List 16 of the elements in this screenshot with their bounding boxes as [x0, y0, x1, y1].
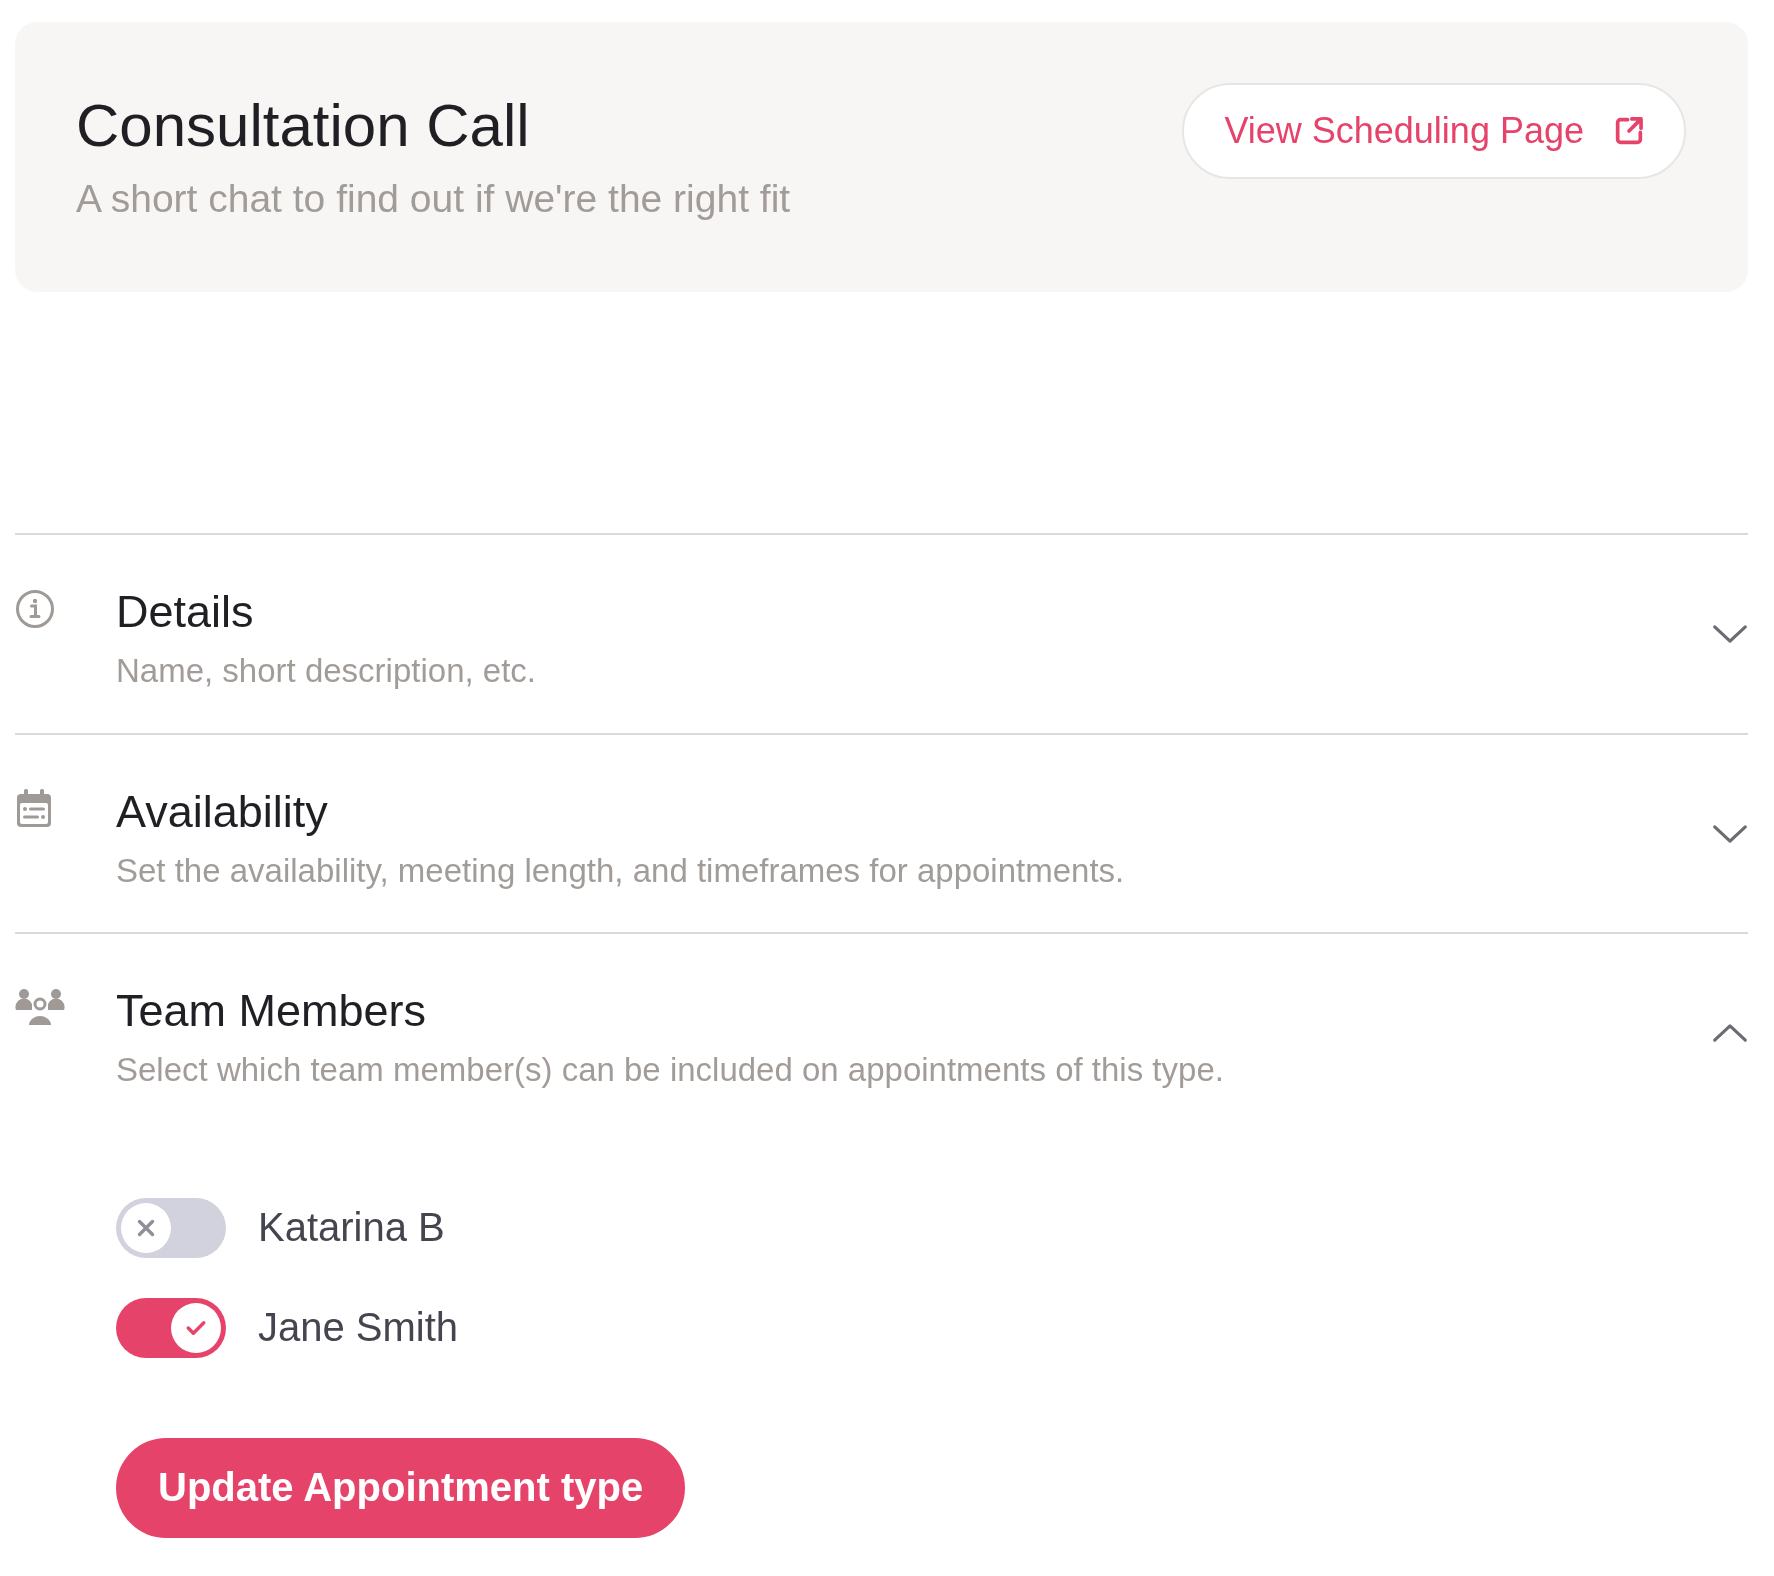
- page-subtitle: A short chat to find out if we're the right fit: [76, 176, 791, 222]
- chevron-icon[interactable]: [1712, 623, 1748, 645]
- section-description: Select which team member(s) can be included on appointments of this type.: [116, 1050, 1225, 1090]
- section-title[interactable]: Team Members: [116, 984, 1712, 1039]
- page-title: Consultation Call: [76, 91, 531, 161]
- section-description: Set the availability, meeting length, and timeframes for appointments.: [116, 850, 1126, 891]
- update-button[interactable]: Update Appointment type: [116, 1437, 686, 1538]
- member-name: Katarina B: [258, 1205, 445, 1251]
- info-icon: [15, 589, 55, 629]
- section-description: Name, short description, etc.: [116, 651, 537, 691]
- chevron-icon[interactable]: [1712, 1022, 1748, 1045]
- view-scheduling-page-button[interactable]: View Scheduling Page: [1182, 83, 1686, 179]
- chevron-icon[interactable]: [1712, 822, 1748, 845]
- section-title[interactable]: Details: [116, 585, 1712, 639]
- section-title[interactable]: Availability: [116, 784, 1712, 839]
- member-name: Jane Smith: [258, 1305, 459, 1351]
